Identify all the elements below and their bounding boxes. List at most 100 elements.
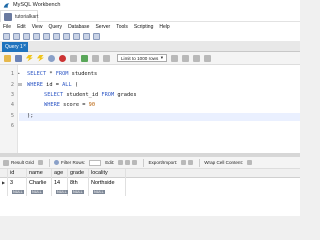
cell-age[interactable]: 14 [52, 178, 68, 187]
line-number: 1 [10, 71, 14, 77]
limit-rows-select[interactable]: Limit to 1000 rows ▾ [117, 54, 167, 62]
menu-edit[interactable]: Edit [17, 24, 26, 30]
divider [48, 158, 50, 167]
menu-database[interactable]: Database [68, 24, 89, 30]
open-sql-file-icon[interactable] [13, 32, 20, 40]
menu-server[interactable]: Server [95, 24, 110, 30]
cell-grade[interactable]: 8th [68, 178, 89, 187]
wrap-lines-icon[interactable] [204, 54, 211, 62]
divider [143, 158, 145, 167]
menu-tools[interactable]: Tools [116, 24, 128, 30]
menu-query[interactable]: Query [48, 24, 62, 30]
grid-header-row: id name age grade locality [0, 168, 300, 178]
open-file-icon[interactable] [4, 54, 11, 62]
create-function-icon[interactable] [73, 32, 80, 40]
toggle-stop-on-error-icon[interactable] [70, 54, 77, 62]
window-title: MySQL Workbench [13, 2, 61, 8]
menu-file[interactable]: File [3, 24, 11, 30]
column-header-selector[interactable] [0, 168, 8, 178]
delete-row-icon[interactable] [132, 160, 138, 165]
row-selector-icon[interactable]: ▶ [0, 178, 8, 187]
code-line-5[interactable]: ); [27, 113, 33, 119]
fold-icon[interactable]: • [18, 71, 20, 76]
filter-rows-input[interactable] [89, 159, 102, 166]
null-badge: NULL [31, 189, 43, 194]
export-icon[interactable] [181, 160, 187, 165]
cell-grade-null[interactable]: NULL [68, 187, 89, 196]
cell-id[interactable]: 3 [8, 178, 27, 187]
autocommit-icon[interactable] [103, 54, 110, 62]
connection-tab-label: tutorialkart [15, 13, 39, 20]
result-grid[interactable]: id name age grade locality ▶ 3 Charlie 1… [0, 168, 300, 216]
code-line-3[interactable]: SELECT student_id FROM grades [44, 92, 137, 98]
cell-locality-null[interactable]: NULL [89, 187, 126, 196]
create-table-icon[interactable] [43, 32, 50, 40]
search-table-data-icon[interactable] [83, 32, 90, 40]
divider [199, 158, 201, 167]
line-number: 2 [10, 82, 14, 88]
row-selector[interactable] [0, 187, 8, 196]
column-header-id[interactable]: id [8, 168, 27, 178]
invisible-chars-icon[interactable] [193, 54, 200, 62]
edit-row-icon[interactable] [118, 160, 124, 165]
rollback-icon[interactable] [92, 54, 99, 62]
cell-age-null[interactable]: NULL [52, 187, 68, 196]
filter-icon [53, 160, 59, 165]
explain-icon[interactable] [48, 54, 55, 62]
code-line-2[interactable]: WHERE id = ALL ( [27, 82, 78, 88]
result-grid-label[interactable]: Result Grid [11, 160, 34, 165]
line-number: 4 [10, 102, 14, 108]
cell-name[interactable]: Charlie [27, 178, 52, 187]
cell-id-null[interactable]: NULL [8, 187, 27, 196]
find-icon[interactable] [182, 54, 189, 62]
limit-rows-value: Limit to 1000 rows [121, 55, 159, 61]
title-bar: MySQL Workbench [0, 0, 300, 10]
create-view-icon[interactable] [53, 32, 60, 40]
column-header-locality[interactable]: locality [89, 168, 126, 178]
home-icon[interactable] [4, 13, 12, 21]
bookmark-icon[interactable] [171, 54, 178, 62]
line-number: 6 [10, 123, 14, 129]
commit-icon[interactable] [81, 54, 88, 62]
filter-rows-label: Filter Rows: [60, 160, 86, 165]
new-row[interactable]: NULL NULL NULL NULL NULL [0, 187, 300, 196]
mysql-logo-icon [3, 2, 10, 8]
menu-help[interactable]: Help [159, 24, 169, 30]
column-header-name[interactable]: name [27, 168, 52, 178]
result-grid-view-icon[interactable] [37, 160, 43, 165]
menu-scripting[interactable]: Scripting [134, 24, 153, 30]
execute-icon[interactable] [26, 54, 33, 62]
execute-current-icon[interactable] [37, 54, 44, 62]
menu-view[interactable]: View [32, 24, 43, 30]
close-tab-icon[interactable]: × [23, 43, 26, 49]
fold-icon[interactable]: ⊟ [18, 82, 22, 88]
wrap-cell-icon[interactable] [247, 160, 253, 165]
sql-editor[interactable]: 1 2 3 4 5 6 • ⊟ SELECT * FROM students W… [0, 65, 300, 153]
query-tab-label: Query 1 [5, 44, 23, 50]
import-icon[interactable] [188, 160, 194, 165]
code-line-4[interactable]: WHERE score = 90 [44, 102, 95, 108]
new-sql-tab-icon[interactable] [3, 32, 10, 40]
save-icon[interactable] [15, 54, 22, 62]
editor-toolbar: Limit to 1000 rows ▾ [0, 52, 300, 65]
insert-row-icon[interactable] [125, 160, 131, 165]
connection-tab[interactable]: tutorialkart [0, 10, 38, 22]
chevron-down-icon: ▾ [160, 55, 163, 60]
stop-icon[interactable] [59, 54, 66, 62]
export-import-label: Export/Import: [148, 160, 178, 165]
cell-name-null[interactable]: NULL [27, 187, 52, 196]
cell-locality[interactable]: Northside [89, 178, 126, 187]
main-toolbar [0, 31, 300, 41]
create-procedure-icon[interactable] [63, 32, 70, 40]
null-badge: NULL [12, 189, 24, 194]
column-header-age[interactable]: age [52, 168, 68, 178]
table-row[interactable]: ▶ 3 Charlie 14 8th Northside [0, 178, 300, 187]
tab-query-1[interactable]: Query 1 × [2, 42, 28, 52]
column-header-grade[interactable]: grade [68, 168, 89, 178]
wrap-cell-content-label: Wrap Cell Content: [204, 160, 244, 165]
reconnect-icon[interactable] [93, 32, 100, 40]
inspector-icon[interactable] [23, 32, 30, 40]
line-number: 5 [10, 113, 14, 119]
code-line-1[interactable]: SELECT * FROM students [27, 71, 97, 77]
create-schema-icon[interactable] [33, 32, 40, 40]
